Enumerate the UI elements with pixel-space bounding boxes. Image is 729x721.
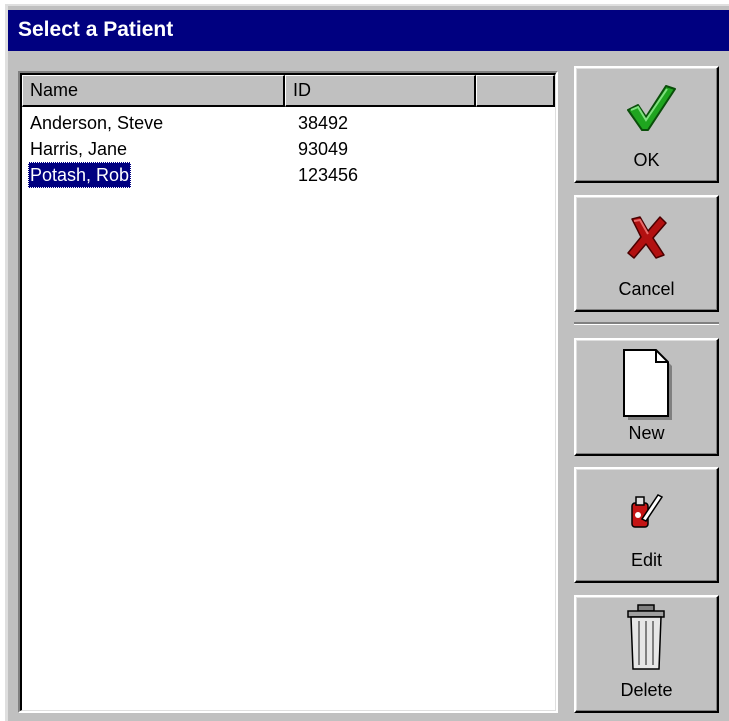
patient-row[interactable]: Anderson, Steve 38492 <box>22 110 555 136</box>
blank-page-icon <box>623 349 672 420</box>
edit-label: Edit <box>630 550 663 570</box>
patient-name: Potash, Rob <box>28 162 132 188</box>
pencil-eraser-icon <box>631 494 664 528</box>
patient-id: 38492 <box>298 113 349 133</box>
patient-row-selected[interactable]: Potash, Rob 123456 <box>22 162 555 188</box>
red-x-icon <box>627 216 667 259</box>
patient-id: 123456 <box>298 165 359 185</box>
patient-id: 93049 <box>298 139 349 159</box>
new-button[interactable]: New <box>574 338 719 456</box>
patient-row[interactable]: Harris, Jane 93049 <box>22 136 555 162</box>
column-header-extra[interactable] <box>476 75 555 107</box>
list-header: Name ID <box>22 75 555 107</box>
column-header-name[interactable]: Name <box>22 75 285 107</box>
dialog-title: Select a Patient <box>8 10 729 51</box>
column-header-id[interactable]: ID <box>285 75 476 107</box>
edit-button[interactable]: Edit <box>574 467 719 583</box>
cancel-button[interactable]: Cancel <box>574 195 719 312</box>
patient-name: Anderson, Steve <box>30 113 164 133</box>
patient-dialog: Select a Patient Name ID Anderson, Steve… <box>5 4 729 721</box>
cancel-label: Cancel <box>618 279 675 299</box>
delete-label: Delete <box>620 680 673 700</box>
delete-button[interactable]: Delete <box>574 595 719 713</box>
ok-label: OK <box>633 150 660 170</box>
trash-can-icon <box>627 604 665 670</box>
ok-button[interactable]: OK <box>574 66 719 183</box>
patient-list[interactable]: Name ID Anderson, Steve 38492 Harris, Ja… <box>18 71 558 713</box>
patient-name: Harris, Jane <box>30 139 128 159</box>
button-separator <box>574 322 719 325</box>
checkmark-icon <box>627 85 676 131</box>
new-label: New <box>628 423 665 443</box>
